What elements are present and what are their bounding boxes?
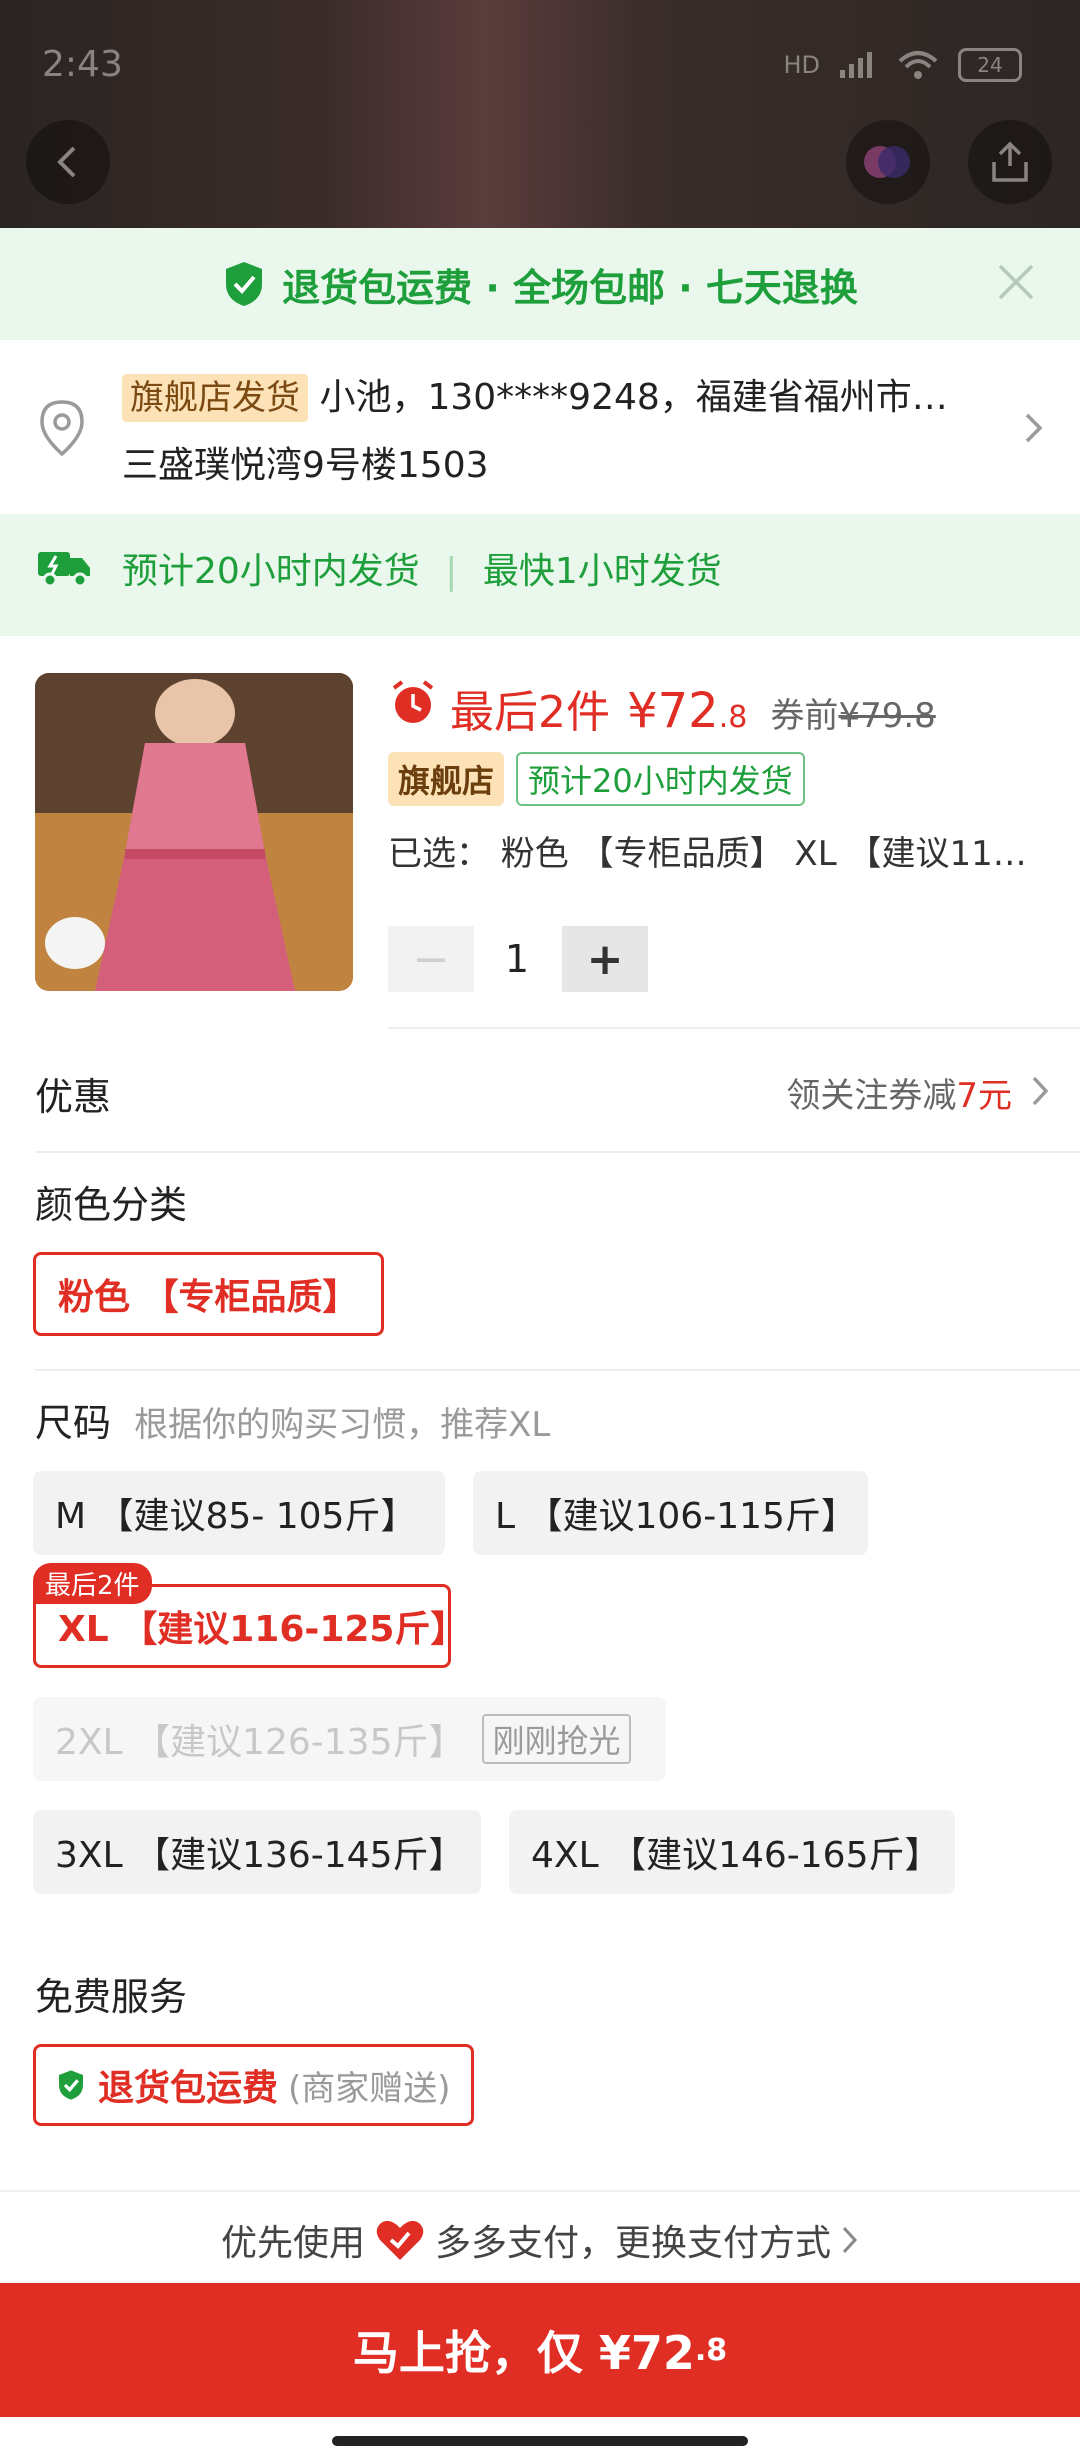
multi-window-button[interactable] <box>846 120 930 204</box>
address-line-1: 旗舰店发货 小池，130****9248，福建省福州市… <box>122 368 948 422</box>
chevron-right-icon <box>1032 1076 1049 1106</box>
overlap-circles-icon <box>864 146 910 178</box>
chevron-right-icon <box>842 2226 858 2254</box>
signal-icon <box>840 52 872 78</box>
location-pin-icon <box>40 400 84 457</box>
price-main: ¥72 <box>627 683 719 739</box>
price-decimal: .8 <box>718 700 748 735</box>
dress-image <box>35 673 353 991</box>
truck-icon <box>38 552 90 588</box>
battery-icon: 24 <box>958 48 1022 82</box>
share-icon <box>992 141 1028 182</box>
battery-level: 24 <box>977 53 1003 77</box>
size-option-2xl: 2XL 【建议126-135斤】 刚刚抢光 <box>33 1697 666 1781</box>
service-banner: 退货包运费 · 全场包邮 · 七天退换 <box>0 228 1080 340</box>
ship-tag: 预计20小时内发货 <box>516 752 805 806</box>
payment-prefix: 优先使用 <box>220 2223 365 2264</box>
price-row: 最后2件 ¥72.8 券前¥79.8 <box>450 676 936 740</box>
status-time: 2:43 <box>42 44 123 85</box>
cta-decimal: .8 <box>694 2332 728 2368</box>
divider <box>0 2190 1080 2192</box>
back-icon <box>57 146 76 178</box>
original-label: 券前 <box>770 696 839 736</box>
sold-out-badge: 刚刚抢光 <box>482 1714 631 1764</box>
banner-text: 退货包运费 · 全场包邮 · 七天退换 <box>282 265 858 310</box>
size-option-3xl[interactable]: 3XL 【建议136-145斤】 <box>33 1810 481 1894</box>
wifi-icon <box>898 51 938 79</box>
chevron-right-icon <box>1025 413 1043 443</box>
divider: | <box>445 551 458 592</box>
delivery-fastest: 最快1小时发货 <box>482 551 722 592</box>
service-option-return-shipping[interactable]: 退货包运费 (商家赠送) <box>33 2044 474 2126</box>
discount-amount: 7元 <box>956 1076 1012 1116</box>
heart-shield-icon <box>376 2220 424 2260</box>
size-option-m[interactable]: M 【建议85- 105斤】 <box>33 1471 445 1555</box>
cta-label: 马上抢，仅 ¥72 <box>352 2326 695 2380</box>
size-hint: 根据你的购买习惯，推荐XL <box>134 1405 551 1445</box>
original-price: ¥79.8 <box>838 696 936 736</box>
share-button[interactable] <box>968 120 1052 204</box>
product-tags: 旗舰店 预计20小时内发货 <box>388 752 805 806</box>
quantity-minus-button[interactable]: − <box>388 926 474 992</box>
service-section-title: 免费服务 <box>35 1975 188 2019</box>
divider <box>35 1369 1080 1371</box>
buy-now-button[interactable]: 马上抢，仅 ¥72.8 <box>0 2283 1080 2417</box>
address-contact: 小池，130****9248，福建省福州市… <box>319 377 948 418</box>
size-option-4xl[interactable]: 4XL 【建议146-165斤】 <box>509 1810 955 1894</box>
shield-check-icon <box>226 262 263 306</box>
service-name: 退货包运费 <box>98 2068 279 2109</box>
discount-value-prefix: 领关注券减 <box>786 1076 957 1116</box>
size-header: 尺码 根据你的购买习惯，推荐XL <box>35 1392 550 1447</box>
shop-tag: 旗舰店 <box>388 752 505 806</box>
home-indicator[interactable] <box>332 2436 748 2446</box>
size-section-title: 尺码 <box>35 1401 112 1445</box>
product-thumbnail[interactable] <box>35 673 353 991</box>
size-option-l[interactable]: L 【建议106-115斤】 <box>473 1471 868 1555</box>
discount-label: 优惠 <box>35 1075 112 1119</box>
payment-text: 多多支付，更换支付方式 <box>435 2223 832 2264</box>
ship-from-tag: 旗舰店发货 <box>122 374 308 422</box>
selected-summary: 已选： 粉色 【专柜品质】 XL 【建议11… <box>388 834 1027 874</box>
size-xl-badge: 最后2件 <box>33 1563 152 1604</box>
delivery-info: 预计20小时内发货 | 最快1小时发货 <box>122 542 722 594</box>
status-bar-icons: HD 24 <box>783 48 1022 82</box>
color-section-title: 颜色分类 <box>35 1183 188 1227</box>
signal-label: HD <box>783 51 820 79</box>
discount-value[interactable]: 领关注券减7元 <box>786 1068 1012 1117</box>
alarm-icon <box>392 680 434 723</box>
color-option-pink[interactable]: 粉色 【专柜品质】 <box>33 1252 384 1336</box>
quantity-plus-button[interactable]: + <box>562 926 648 992</box>
stock-note: 最后2件 <box>450 687 610 738</box>
address-line-2: 三盛璞悦湾9号楼1503 <box>122 445 489 486</box>
banner-close-button[interactable] <box>992 258 1040 306</box>
size-2xl-label: 2XL 【建议126-135斤】 <box>55 1722 465 1763</box>
quantity-value: 1 <box>504 937 530 981</box>
close-icon <box>998 264 1034 300</box>
back-button[interactable] <box>26 120 110 204</box>
divider <box>35 1151 1080 1153</box>
product-photo-header <box>0 0 1080 228</box>
service-note: (商家赠送) <box>288 2068 451 2109</box>
payment-method-row[interactable]: 优先使用 多多支付，更换支付方式 <box>0 2200 1080 2280</box>
shield-check-icon <box>59 2070 83 2100</box>
divider <box>388 1027 1080 1029</box>
delivery-estimate: 预计20小时内发货 <box>122 551 420 592</box>
